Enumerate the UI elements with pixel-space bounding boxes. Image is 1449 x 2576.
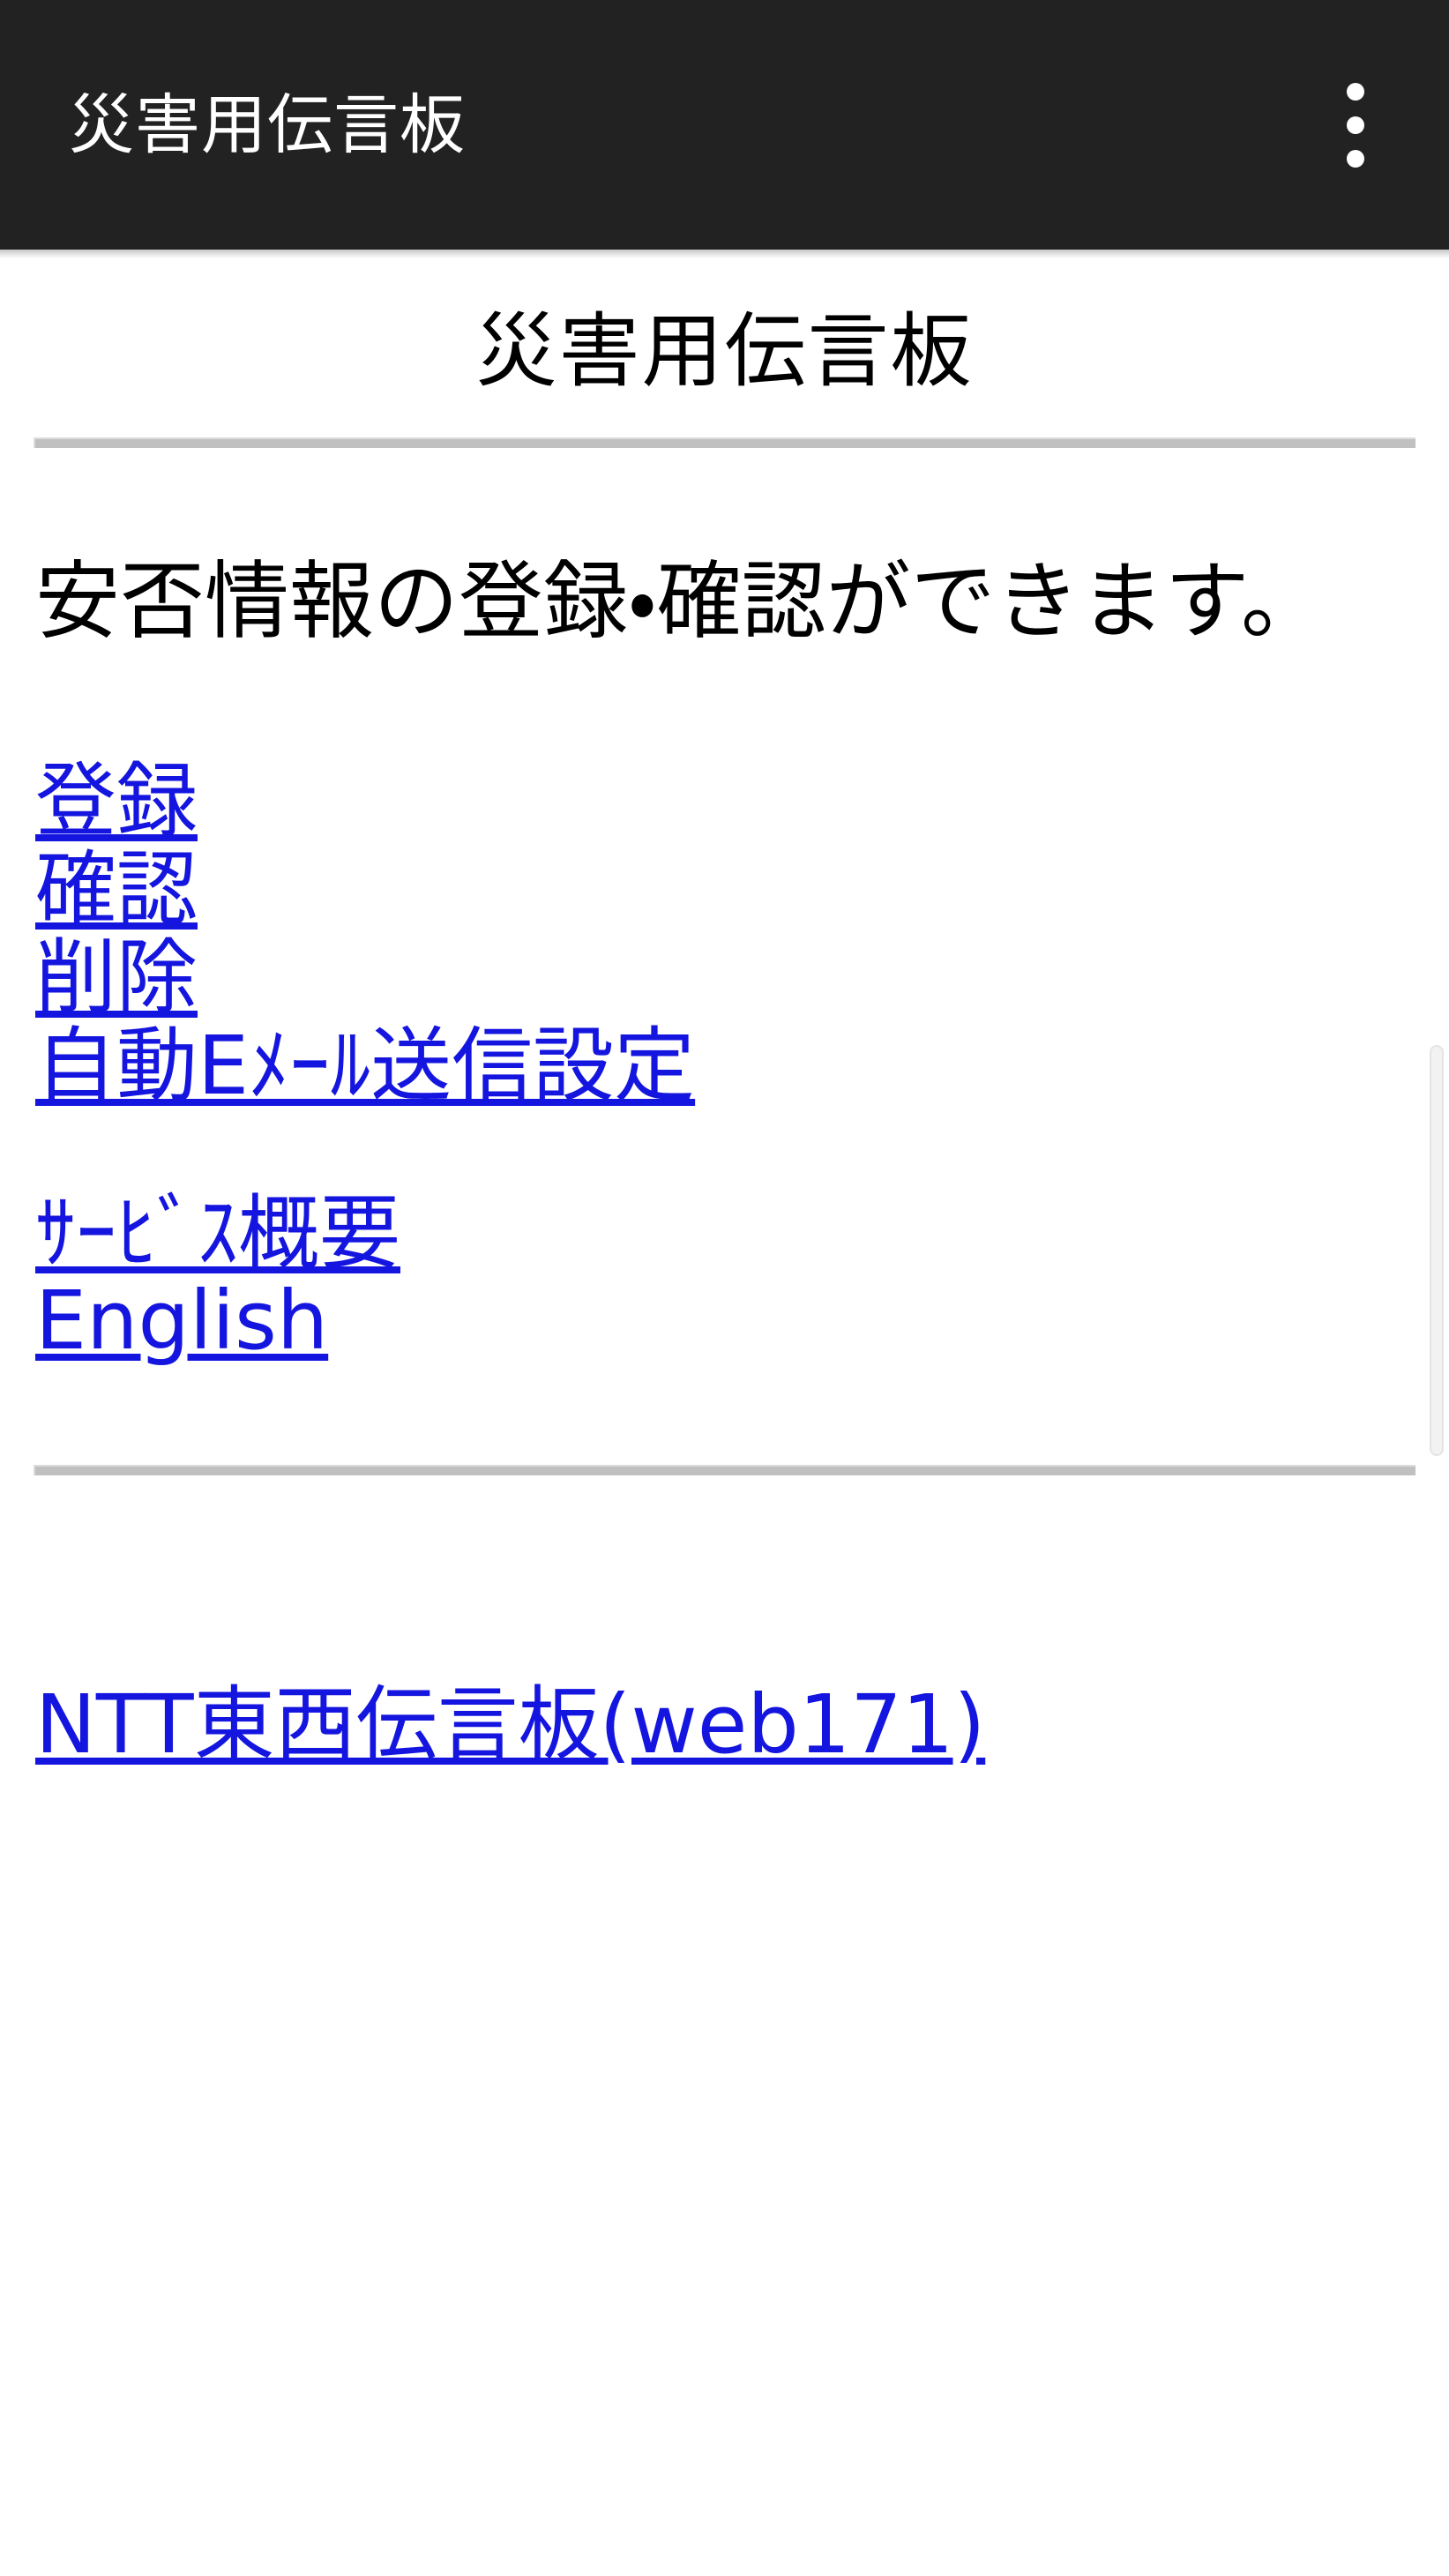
overflow-menu-icon[interactable] [1303,55,1408,196]
overflow-dot [1347,149,1364,168]
divider-top [34,437,1415,448]
page-body: 安否情報の登録・確認ができます。 登録 確認 削除 自動Eﾒｰﾙ送信設定 ｻｰﾋ… [0,547,1449,1363]
mobile-screen: 災害用伝言板 災害用伝言板 安否情報の登録・確認ができます。 登録 確認 削除 … [0,0,1449,2576]
intro-text: 安否情報の登録・確認ができます。 [35,551,1326,651]
footer-link-list: NTT東西伝言板(web171) [35,1684,1414,1766]
primary-link-list: 登録 確認 削除 自動Eﾒｰﾙ送信設定 [35,760,1414,1107]
vertical-scrollbar-track[interactable] [1424,258,1449,2576]
link-english[interactable]: English [35,1280,328,1363]
link-service-overview[interactable]: ｻｰﾋﾞｽ概要 [35,1191,400,1275]
app-bar-shadow [0,250,1449,258]
app-bar-title: 災害用伝言板 [69,86,466,163]
app-bar: 災害用伝言板 [0,0,1449,250]
secondary-link-list: ｻｰﾋﾞｽ概要 English [35,1191,1414,1363]
overflow-dot [1347,82,1364,101]
overflow-dot [1347,116,1364,134]
link-confirm[interactable]: 確認 [35,848,198,931]
divider-bottom [34,1465,1415,1476]
page-title: 災害用伝言板 [475,304,974,399]
link-ntt-web171[interactable]: NTT東西伝言板(web171) [35,1684,985,1766]
link-auto-email-settings[interactable]: 自動Eﾒｰﾙ送信設定 [35,1024,695,1108]
vertical-scrollbar-thumb[interactable] [1430,1045,1444,1456]
webview-content: 災害用伝言板 安否情報の登録・確認ができます。 登録 確認 削除 自動Eﾒｰﾙ送… [0,258,1449,2576]
link-register[interactable]: 登録 [35,760,198,843]
page-footer: NTT東西伝言板(web171) [0,1684,1449,1766]
link-delete[interactable]: 削除 [35,937,198,1019]
